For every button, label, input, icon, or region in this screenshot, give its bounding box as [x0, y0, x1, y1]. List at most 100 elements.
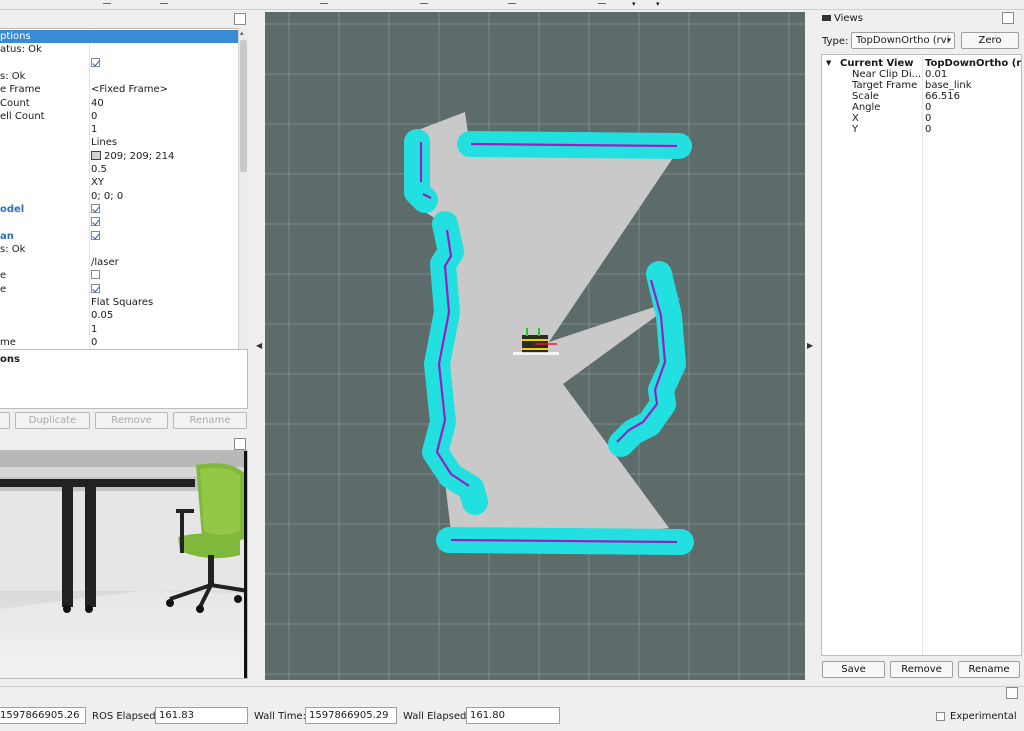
enable-checkbox[interactable]	[91, 230, 100, 240]
wall-elapsed-field[interactable]: 161.80	[466, 707, 560, 724]
undock-button[interactable]	[234, 438, 246, 450]
property-value: /laser	[91, 256, 119, 269]
zero-button[interactable]: Zero	[961, 32, 1019, 49]
property-value: Flat Squares	[91, 296, 153, 309]
view-type-select[interactable]: TopDownOrtho (rvi ▾	[851, 32, 955, 49]
rename-display-button[interactable]: Rename	[173, 412, 247, 429]
scrollbar-thumb[interactable]	[240, 40, 247, 172]
view-type-value: TopDownOrtho (rvi	[856, 35, 950, 46]
display-property-row[interactable]: atus: Ok	[0, 43, 238, 56]
displays-tree[interactable]: ptions atus: Ok s: Ok e Frame <Fixed Frame> …	[0, 28, 248, 359]
view-property-name: Scale	[852, 91, 879, 102]
display-property-row[interactable]	[0, 57, 238, 70]
display-property-row[interactable]: 0.5	[0, 163, 238, 176]
ros-elapsed-field[interactable]: 161.83	[155, 707, 248, 724]
enable-checkbox[interactable]	[91, 270, 100, 280]
display-property-row[interactable]: /laser	[0, 256, 238, 269]
display-property-row[interactable]: e Frame <Fixed Frame>	[0, 83, 238, 96]
toolbar-icon[interactable]	[160, 0, 168, 4]
display-property-row[interactable]: ptions	[0, 30, 238, 44]
add-button[interactable]	[0, 412, 10, 429]
save-button[interactable]: Save	[822, 661, 885, 678]
chevron-down-icon[interactable]: ▾	[656, 0, 660, 8]
time-panel: 1597866905.26 ROS Elapsed: 161.83 Wall T…	[0, 686, 1024, 731]
property-value	[91, 57, 100, 70]
display-property-row[interactable]: 1	[0, 323, 238, 336]
toolbar-icon[interactable]	[598, 0, 606, 4]
chevron-down-icon[interactable]: ▾	[632, 0, 636, 8]
view-property-row[interactable]: X0	[852, 113, 1021, 124]
collapse-right-icon[interactable]: ▶	[807, 341, 813, 350]
undock-button[interactable]	[1006, 687, 1018, 699]
view-property-row[interactable]: Angle 0	[852, 102, 1021, 113]
display-property-row[interactable]: Count 40	[0, 97, 238, 110]
rename-button[interactable]: Rename	[958, 661, 1020, 678]
collapse-left-icon[interactable]: ◀	[256, 341, 262, 350]
property-value: 40	[91, 97, 104, 110]
toolbar-icon[interactable]	[320, 0, 328, 4]
display-property-row[interactable]: Lines	[0, 136, 238, 149]
color-swatch[interactable]	[91, 150, 101, 160]
view-property-value: 66.516	[925, 91, 960, 102]
property-value-text: 1	[91, 323, 98, 335]
display-property-row[interactable]: odel	[0, 203, 238, 216]
experimental-checkbox[interactable]	[936, 712, 945, 721]
scroll-up-icon[interactable]: ▴	[240, 29, 244, 37]
view-property-row[interactable]: Near Clip Di... 0.01	[852, 69, 1021, 80]
display-property-row[interactable]: 0.05	[0, 309, 238, 322]
view-property-row[interactable]: Target Frame base_link	[852, 80, 1021, 91]
ros-time-field[interactable]: 1597866905.26	[0, 707, 86, 724]
views-title: Views	[834, 13, 863, 24]
display-property-row[interactable]	[0, 216, 238, 229]
duplicate-button[interactable]: Duplicate	[15, 412, 90, 429]
display-property-row[interactable]: 0; 0; 0	[0, 190, 238, 203]
wall-time-field[interactable]: 1597866905.29	[305, 707, 397, 724]
property-value: 1	[91, 323, 97, 336]
toolbar-icon[interactable]	[103, 0, 111, 4]
view-property-name: Target Frame	[852, 80, 918, 91]
render-view[interactable]	[265, 12, 805, 680]
view-property-row[interactable]: Y0	[852, 124, 1021, 135]
property-value: 1	[91, 123, 97, 136]
displays-scrollbar[interactable]: ▴ ▾	[238, 28, 248, 359]
views-panel: Views Type: TopDownOrtho (rvi ▾ Zero ▼ C…	[818, 11, 1024, 679]
display-property-row[interactable]: Flat Squares	[0, 296, 238, 309]
property-value-text: /laser	[91, 257, 119, 269]
undock-button[interactable]	[1002, 12, 1014, 24]
display-property-row[interactable]: XY	[0, 176, 238, 189]
camera-image	[0, 450, 248, 679]
undock-button[interactable]	[234, 13, 246, 25]
display-property-row[interactable]: s: Ok	[0, 243, 238, 256]
map-scene[interactable]	[265, 12, 805, 680]
enable-checkbox[interactable]	[91, 203, 100, 213]
property-value	[91, 269, 100, 282]
property-value: 209; 209; 214	[91, 150, 174, 163]
enable-checkbox[interactable]	[91, 283, 100, 293]
enable-checkbox[interactable]	[91, 57, 100, 67]
property-name: s: Ok	[0, 243, 26, 255]
property-value-text: 40	[91, 97, 104, 109]
chevron-down-icon: ▾	[947, 36, 951, 44]
expand-icon[interactable]: ▼	[826, 58, 831, 69]
display-property-row[interactable]: me 0	[0, 336, 238, 349]
display-property-row[interactable]: e	[0, 269, 238, 282]
display-property-row[interactable]: e	[0, 283, 238, 296]
toolbar-icon[interactable]	[420, 0, 428, 4]
remove-display-button[interactable]: Remove	[95, 412, 168, 429]
remove-button[interactable]: Remove	[890, 661, 953, 678]
display-property-row[interactable]: an	[0, 230, 238, 243]
property-value-text: XY	[91, 177, 104, 189]
view-property-value: 0	[925, 102, 932, 113]
view-property-name: Near Clip Di...	[852, 69, 922, 80]
views-tree[interactable]: ▼ Current View TopDownOrtho (r... Near C…	[821, 54, 1022, 656]
display-property-row[interactable]: 209; 209; 214	[0, 150, 238, 163]
display-property-row[interactable]: ell Count 0	[0, 110, 238, 123]
current-view-row[interactable]: ▼ Current View TopDownOrtho (r...	[826, 58, 1021, 69]
enable-checkbox[interactable]	[91, 217, 100, 227]
display-property-row[interactable]: s: Ok	[0, 70, 238, 83]
display-property-row[interactable]: 1	[0, 123, 238, 136]
wall-time-label: Wall Time:	[254, 711, 306, 722]
toolbar-icon[interactable]	[508, 0, 516, 4]
property-name: atus: Ok	[0, 44, 42, 56]
view-property-row[interactable]: Scale 66.516	[852, 91, 1021, 102]
